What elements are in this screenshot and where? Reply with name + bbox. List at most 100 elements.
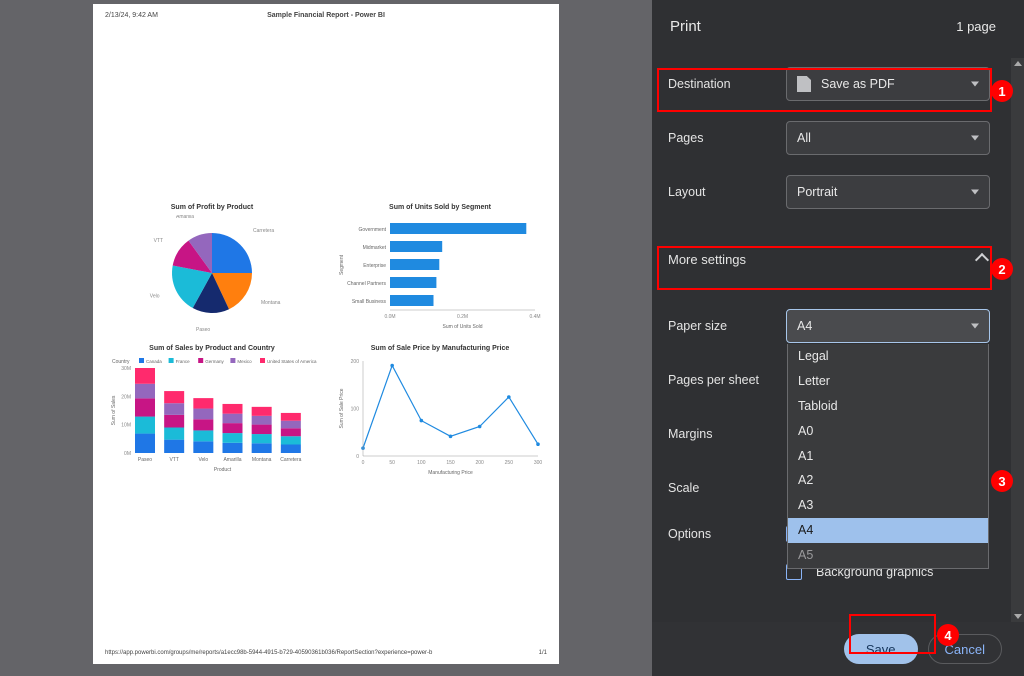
pages-value: All — [797, 131, 811, 145]
svg-text:0: 0 — [356, 454, 359, 460]
svg-text:Paseo: Paseo — [196, 327, 210, 333]
chart-line: Sum of Sale Price by Manufacturing Price… — [331, 345, 549, 486]
svg-text:100: 100 — [351, 407, 360, 413]
svg-text:30M: 30M — [121, 366, 131, 372]
chevron-down-icon — [971, 82, 979, 87]
paper-option-a3[interactable]: A3 — [788, 493, 988, 518]
svg-text:Canada: Canada — [146, 359, 162, 364]
svg-text:0M: 0M — [124, 451, 131, 457]
paper-size-dropdown[interactable]: LegalLetterTabloidA0A1A2A3A4A5 — [787, 344, 989, 569]
scrollbar[interactable] — [1011, 58, 1024, 622]
chart-pie-title: Sum of Profit by Product — [171, 204, 253, 211]
more-settings-header[interactable]: More settings — [652, 237, 1012, 281]
page-count: 1 page — [956, 19, 996, 34]
svg-text:United States of America: United States of America — [267, 359, 317, 364]
svg-text:200: 200 — [351, 359, 360, 365]
action-bar: Save Cancel — [652, 622, 1024, 676]
svg-text:150: 150 — [446, 460, 455, 466]
pages-select[interactable]: All — [786, 121, 990, 155]
badge-1: 1 — [991, 80, 1013, 102]
svg-text:50: 50 — [389, 460, 395, 466]
svg-text:100: 100 — [417, 460, 426, 466]
chevron-down-icon — [971, 190, 979, 195]
svg-text:Manufacturing Price: Manufacturing Price — [428, 470, 473, 476]
paper-option-a4[interactable]: A4 — [788, 518, 988, 543]
svg-text:0.0M: 0.0M — [384, 314, 395, 320]
badge-3: 3 — [991, 470, 1013, 492]
preview-page: 2/13/24, 9:42 AM Sample Financial Report… — [93, 4, 559, 664]
layout-value: Portrait — [797, 185, 837, 199]
chart-pie: Sum of Profit by Product Carretera Montan… — [103, 204, 321, 335]
more-settings-label: More settings — [668, 252, 746, 267]
scroll-down-icon[interactable] — [1014, 614, 1022, 619]
label-paper-size: Paper size — [668, 319, 786, 333]
paper-option-letter[interactable]: Letter — [788, 369, 988, 394]
svg-text:Paseo: Paseo — [138, 457, 152, 463]
paper-size-select[interactable]: A4 LegalLetterTabloidA0A1A2A3A4A5 — [786, 309, 990, 343]
badge-4: 4 — [937, 624, 959, 646]
chart-hbar-title: Sum of Units Sold by Segment — [389, 204, 491, 211]
svg-text:Enterprise: Enterprise — [363, 263, 386, 269]
print-preview-pane: 2/13/24, 9:42 AM Sample Financial Report… — [0, 0, 652, 676]
label-margins: Margins — [668, 427, 786, 441]
print-settings-panel: Print 1 page Destination Save as PDF Pag… — [652, 0, 1024, 676]
svg-text:Sum of Sale Price: Sum of Sale Price — [339, 388, 345, 428]
svg-text:Channel Partners: Channel Partners — [347, 281, 386, 287]
svg-text:Carretera: Carretera — [253, 228, 274, 234]
svg-text:VTT: VTT — [154, 238, 163, 244]
svg-text:0.4M: 0.4M — [529, 314, 540, 320]
svg-text:0.2M: 0.2M — [457, 314, 468, 320]
paper-option-a1[interactable]: A1 — [788, 444, 988, 469]
svg-text:VTT: VTT — [169, 457, 178, 463]
svg-text:0: 0 — [362, 460, 365, 466]
chart-stacked: Sum of Sales by Product and Country Coun… — [103, 345, 321, 486]
svg-text:Small Business: Small Business — [352, 299, 387, 305]
paper-option-legal[interactable]: Legal — [788, 344, 988, 369]
chevron-up-icon — [975, 253, 989, 267]
chevron-down-icon — [971, 136, 979, 141]
svg-text:Montana: Montana — [261, 300, 281, 306]
paper-option-tabloid[interactable]: Tabloid — [788, 394, 988, 419]
svg-text:France: France — [176, 359, 191, 364]
svg-text:10M: 10M — [121, 423, 131, 429]
svg-text:Montana: Montana — [252, 457, 272, 463]
chevron-down-icon — [971, 324, 979, 329]
svg-text:250: 250 — [505, 460, 514, 466]
layout-select[interactable]: Portrait — [786, 175, 990, 209]
label-layout: Layout — [668, 185, 786, 199]
svg-text:Segment: Segment — [339, 254, 345, 275]
paper-option-a2[interactable]: A2 — [788, 468, 988, 493]
label-destination: Destination — [668, 77, 786, 91]
svg-text:Mexico: Mexico — [237, 359, 252, 364]
chart-line-title: Sum of Sale Price by Manufacturing Price — [371, 345, 509, 352]
svg-text:Government: Government — [358, 227, 386, 233]
save-button[interactable]: Save — [844, 634, 918, 664]
chart-hbar: Sum of Units Sold by Segment Government M… — [331, 204, 549, 335]
paper-option-a5[interactable]: A5 — [788, 543, 988, 568]
svg-text:300: 300 — [534, 460, 543, 466]
destination-value: Save as PDF — [821, 77, 895, 91]
destination-select[interactable]: Save as PDF — [786, 67, 990, 101]
label-scale: Scale — [668, 481, 786, 495]
svg-text:Product: Product — [214, 467, 232, 473]
preview-footer-url: https://app.powerbi.com/groups/me/report… — [105, 650, 432, 656]
preview-header-title: Sample Financial Report - Power BI — [93, 12, 559, 19]
panel-title: Print — [670, 18, 701, 35]
paper-size-value: A4 — [797, 319, 812, 333]
scroll-up-icon[interactable] — [1014, 61, 1022, 66]
paper-option-a0[interactable]: A0 — [788, 419, 988, 444]
preview-footer-pagenum: 1/1 — [539, 650, 547, 656]
svg-text:200: 200 — [475, 460, 484, 466]
svg-text:Amarilla: Amarilla — [223, 457, 241, 463]
svg-text:Carretera: Carretera — [280, 457, 301, 463]
svg-text:Midmarket: Midmarket — [363, 245, 387, 251]
svg-text:Amarilla: Amarilla — [176, 215, 194, 220]
svg-text:20M: 20M — [121, 394, 131, 400]
label-pages: Pages — [668, 131, 786, 145]
label-pages-per-sheet: Pages per sheet — [668, 373, 786, 387]
svg-text:Sum of Sales: Sum of Sales — [111, 395, 117, 425]
svg-text:Germany: Germany — [205, 359, 224, 364]
svg-text:Velo: Velo — [150, 294, 160, 300]
label-options: Options — [668, 527, 786, 541]
pdf-file-icon — [797, 76, 811, 92]
